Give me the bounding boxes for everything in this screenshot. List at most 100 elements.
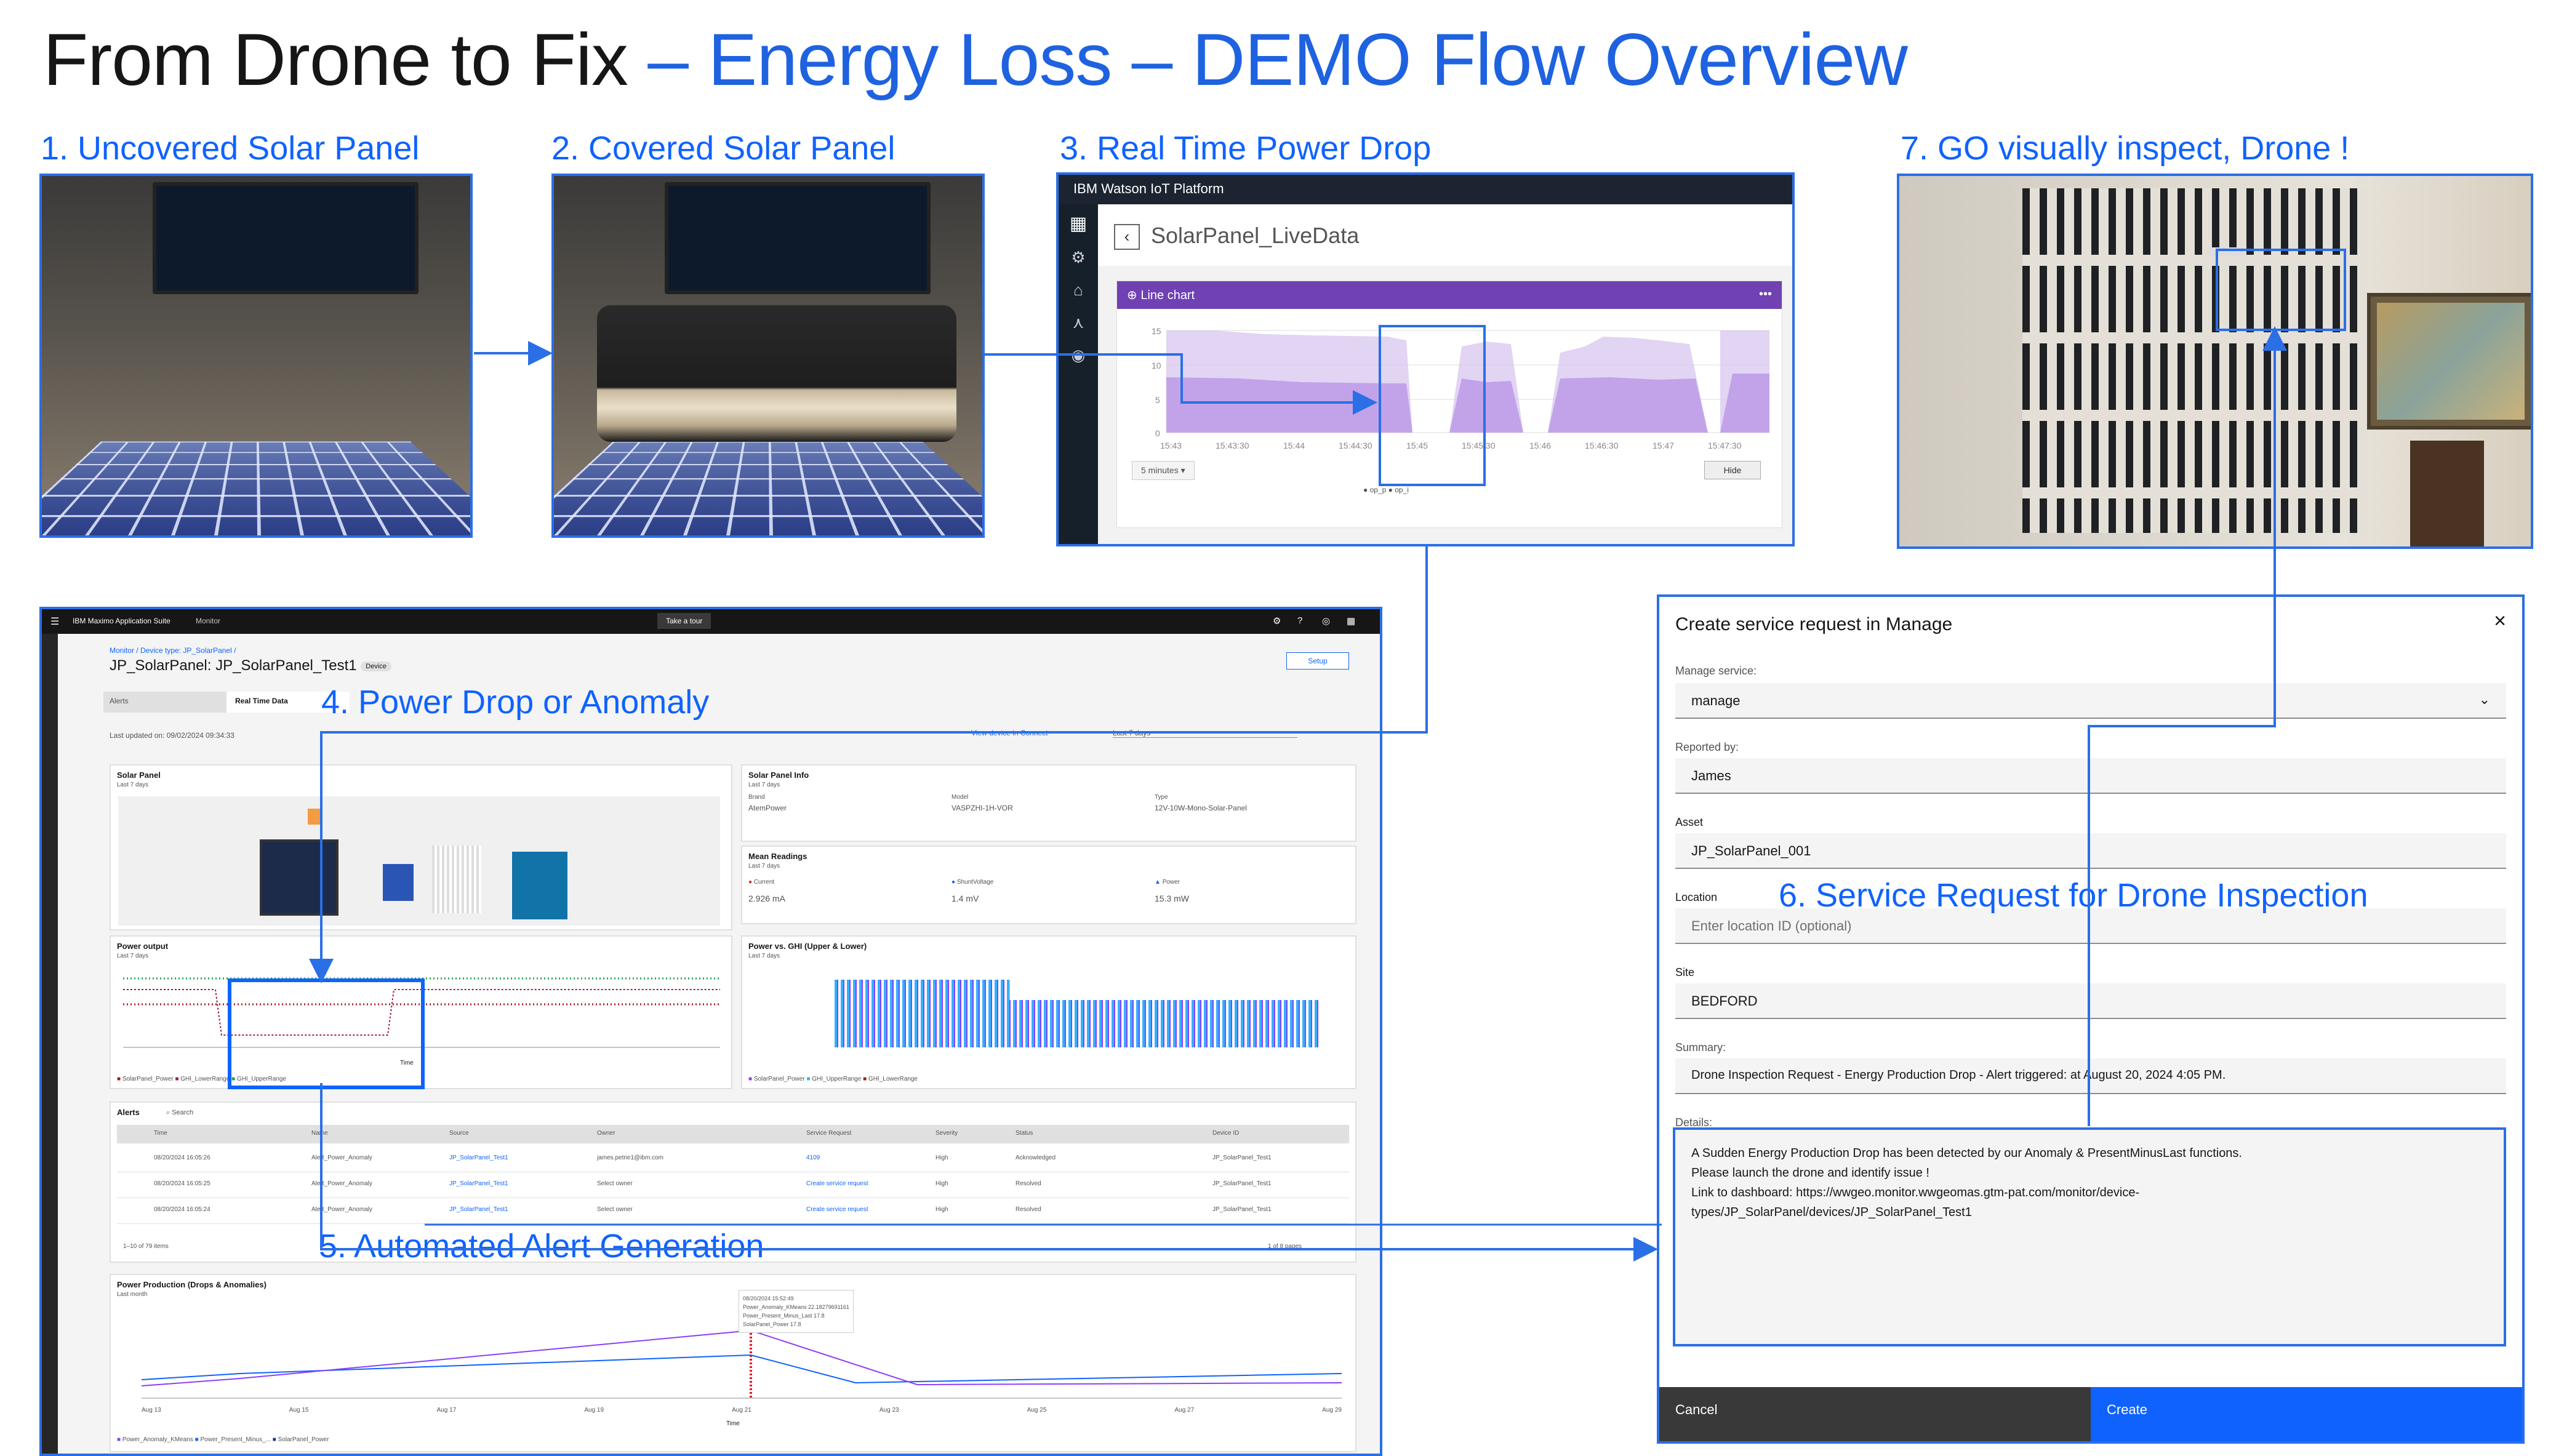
alerts-footer-left: 1–10 of 79 items [123, 1243, 169, 1250]
device-title: JP_SolarPanel: JP_SolarPanel_Test1 Devic… [110, 657, 391, 674]
page-title: From Drone to Fix – Energy Loss – DEMO F… [43, 17, 1908, 102]
background-monitor [153, 182, 419, 294]
background-monitor [665, 182, 931, 294]
settings-icon[interactable]: ⚙ [1273, 615, 1281, 626]
alerts-footer-right[interactable]: 1 of 8 pages [1268, 1243, 1302, 1250]
tab-alerts[interactable]: Alerts [103, 692, 226, 713]
power-ghi-title: Power vs. GHI (Upper & Lower) [748, 942, 867, 951]
time-range-select[interactable]: Last 7 days [1113, 729, 1297, 738]
table-row[interactable]: 08/20/2024 16:05:25 Alert_Power_Anomaly … [117, 1173, 1349, 1198]
mean-readings-card: Mean Readings Last 7 days ● Current 2.92… [741, 846, 1356, 924]
reported-by-label: Reported by: [1675, 741, 1739, 753]
step-1-label: 1. Uncovered Solar Panel [41, 130, 420, 167]
menu-icon[interactable]: ☰ [50, 615, 59, 628]
table-row[interactable]: 08/20/2024 16:05:26 Alert_Power_Anomaly … [117, 1147, 1349, 1172]
cabinet [2410, 441, 2484, 546]
maximo-monitor-panel: ☰ IBM Maximo Application Suite Monitor T… [39, 607, 1382, 1456]
step-5-label: 5. Automated Alert Generation [319, 1228, 764, 1265]
service-request-form: Create service request in Manage × Manag… [1657, 594, 2525, 1444]
line-chart-title: ⊕ Line chart [1127, 289, 1195, 302]
svg-text:15:44: 15:44 [1283, 441, 1305, 450]
watson-header: ‹ SolarPanel_LiveData [1098, 204, 1792, 266]
chart-legend: ● op_p ● op_i [1363, 486, 1409, 494]
switcher-icon[interactable]: ▦ [1347, 615, 1355, 626]
chart-tooltip: 08/20/2024 15:52:49 Power_Anomaly_KMeans… [739, 1290, 854, 1333]
range-select[interactable]: 5 minutes ▾ [1132, 461, 1195, 480]
take-tour-button[interactable]: Take a tour [657, 613, 711, 629]
devices-icon[interactable]: ⌂ [1059, 281, 1098, 300]
location-label: Location [1675, 891, 1718, 903]
power-ghi-legend: ■ SolarPanel_Power ■ GHI_UpperRange ■ GH… [748, 1076, 918, 1082]
watson-platform-bar: IBM Watson IoT Platform [1059, 175, 1792, 204]
globe-icon: ⊕ [1127, 289, 1141, 302]
close-icon[interactable]: × [2494, 609, 2506, 633]
readings-card-title: Mean Readings [748, 852, 807, 861]
view-device-link[interactable]: View device in Connect [971, 729, 1048, 737]
setup-button[interactable]: Setup [1286, 652, 1349, 670]
watson-page-title: SolarPanel_LiveData [1151, 223, 1360, 248]
drone-inspection-photo [1897, 174, 2533, 549]
asset-field[interactable]: JP_SolarPanel_001 [1675, 833, 2506, 869]
sensor-board [383, 864, 414, 901]
current-label: ● Current [748, 879, 775, 886]
cancel-button[interactable]: Cancel [1659, 1387, 2091, 1441]
svg-text:15:46: 15:46 [1529, 441, 1551, 450]
create-button[interactable]: Create [2091, 1387, 2522, 1441]
help-icon[interactable]: ? [1297, 615, 1302, 626]
solar-cells [42, 441, 470, 535]
world-map-frame [2367, 293, 2531, 430]
svg-text:15:47: 15:47 [1653, 441, 1674, 450]
breadcrumb[interactable]: Monitor / Device type: JP_SolarPanel / [110, 646, 236, 655]
info-card-sub: Last 7 days [748, 782, 780, 788]
breadboard [432, 846, 481, 913]
chart-menu-icon[interactable]: ••• [1759, 287, 1772, 303]
production-sub: Last month [117, 1291, 148, 1298]
manage-service-select[interactable]: manage ⌄ [1675, 683, 2506, 719]
last-updated: Last updated on: 09/02/2024 09:34:33 [110, 731, 234, 740]
production-legend: ■ Power_Anomaly_KMeans ■ Power_Present_M… [117, 1436, 329, 1443]
hide-button[interactable]: Hide [1704, 461, 1761, 479]
svg-text:5: 5 [1155, 395, 1160, 405]
solar-cells [554, 441, 982, 535]
step-3-label: 3. Real Time Power Drop [1060, 130, 1432, 167]
power-line [141, 1354, 1342, 1384]
brand-value: AtemPower [748, 804, 787, 812]
security-icon[interactable]: ◉ [1059, 346, 1098, 365]
production-x-ticks: Aug 13 Aug 15 Aug 17 Aug 19 Aug 21 Aug 23 A… [142, 1407, 1342, 1414]
current-value: 2.926 mA [748, 894, 785, 903]
reported-by-field[interactable]: James [1675, 758, 2506, 794]
svg-text:15:47:30: 15:47:30 [1708, 441, 1742, 450]
svg-text:15:43: 15:43 [1160, 441, 1182, 450]
info-card-title: Solar Panel Info [748, 770, 809, 780]
back-button[interactable]: ‹ [1114, 224, 1140, 250]
arduino-board [512, 852, 567, 919]
power-vs-ghi-card: Power vs. GHI (Upper & Lower) Last 7 day… [741, 935, 1356, 1089]
svg-text:15:43:30: 15:43:30 [1216, 441, 1249, 450]
apps-icon[interactable]: ▦ [1059, 213, 1098, 234]
site-label: Site [1675, 966, 1695, 978]
drone-highlight [2216, 249, 2346, 331]
world-map [2377, 303, 2525, 420]
user-icon[interactable]: ◎ [1322, 615, 1330, 626]
step-4-label: 4. Power Drop or Anomaly [321, 684, 710, 721]
title-part2: – Energy Loss – DEMO Flow Overview [647, 18, 1908, 101]
solar-panel-card: Solar Panel Last 7 days [110, 764, 732, 930]
details-textarea[interactable]: A Sudden Energy Production Drop has been… [1673, 1127, 2506, 1346]
watson-sidebar: ▦ ⚙ ⌂ ⋏ ◉ [1059, 204, 1098, 544]
alerts-search[interactable]: ⌕ Search [166, 1109, 193, 1117]
alerts-header-row: Time Name Source Owner Service Request S… [117, 1125, 1349, 1143]
app-name: Monitor [196, 617, 221, 625]
y-ticks: 15 10 5 0 [1152, 326, 1161, 438]
rules-icon[interactable]: ⋏ [1059, 313, 1098, 332]
production-xlabel: Time [726, 1420, 740, 1427]
site-field[interactable]: BEDFORD [1675, 983, 2506, 1019]
power-ghi-sub: Last 7 days [748, 953, 780, 959]
type-label: Type [1155, 794, 1168, 801]
summary-label: Summary: [1675, 1041, 1726, 1054]
model-value: VASPZHI-1H-VOR [951, 804, 1013, 812]
step-2-label: 2. Covered Solar Panel [551, 130, 895, 167]
settings-icon[interactable]: ⚙ [1059, 248, 1098, 267]
table-row[interactable]: 08/20/2024 16:05:24 Alert_Power_Anomaly … [117, 1199, 1349, 1224]
svg-text:15:46:30: 15:46:30 [1585, 441, 1619, 450]
summary-field[interactable]: Drone Inspection Request - Energy Produc… [1675, 1058, 2506, 1094]
